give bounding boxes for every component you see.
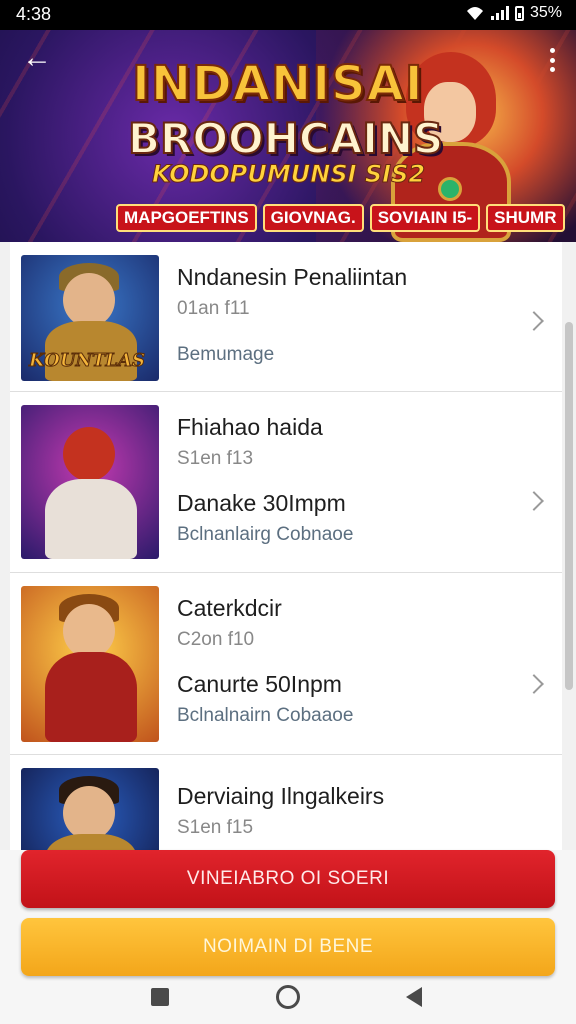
status-bar: 4:38 35%: [0, 0, 576, 30]
wifi-icon: [466, 7, 483, 20]
list-item[interactable]: Derviaing Ilngalkeirs S1en f15: [10, 755, 562, 850]
item-detail: Danake 30Impm: [177, 490, 346, 516]
list-item[interactable]: KOUNTLAS Nndanesin Penaliintan 01an f11 …: [10, 242, 562, 392]
item-subtitle: S1en f13: [177, 448, 254, 469]
status-time: 4:38: [16, 4, 52, 24]
chevron-right-icon: [524, 491, 544, 511]
banner-tag[interactable]: SHUMR: [486, 204, 565, 232]
item-title: Caterkdcir: [177, 595, 282, 621]
thumbnail-logo: KOUNTLAS: [28, 350, 146, 372]
chevron-right-icon: [524, 674, 544, 694]
status-icons: 35%: [465, 4, 562, 22]
banner-title: INDANISAI: [131, 55, 424, 113]
more-icon[interactable]: [548, 48, 556, 72]
nav-back-icon[interactable]: [406, 987, 422, 1007]
list-item[interactable]: Fhiahao haida S1en f13 Danake 30Impm Bcl…: [10, 392, 562, 573]
banner-tags: MAPGOEFTINS GIOVNAG. SOVIAIN I5- SHUMR: [116, 204, 565, 232]
battery-level: 35%: [529, 4, 562, 21]
primary-action-button[interactable]: VINEIABRO OI SOERI: [21, 850, 555, 908]
list-item[interactable]: Caterkdcir C2on f10 Canurte 50Inpm Bclna…: [10, 573, 562, 755]
item-subtitle: 01an f11: [177, 298, 250, 319]
banner-tag[interactable]: SOVIAIN I5-: [369, 204, 481, 232]
back-icon[interactable]: ←: [22, 43, 52, 73]
banner-tag[interactable]: MAPGOEFTINS: [116, 204, 257, 232]
banner-tagline: KODOPUMUNSI SIS2: [151, 160, 426, 189]
item-detail: Canurte 50Inpm: [177, 671, 342, 697]
signal-icon: [490, 6, 509, 20]
secondary-action-button[interactable]: NOIMAIN DI BENE: [21, 918, 555, 976]
bottom-panel: VINEIABRO OI SOERI NOIMAIN DI BENE: [0, 850, 576, 1024]
item-subtitle: C2on f10: [177, 629, 255, 650]
scrollbar[interactable]: [565, 322, 573, 690]
nav-recents-icon[interactable]: [151, 988, 169, 1006]
item-title: Nndanesin Penaliintan: [177, 264, 408, 290]
item-thumbnail: [21, 405, 159, 559]
item-subtitle: S1en f15: [177, 817, 254, 838]
game-list: KOUNTLAS Nndanesin Penaliintan 01an f11 …: [0, 242, 576, 850]
item-title: Derviaing Ilngalkeirs: [177, 783, 385, 809]
item-thumbnail: [21, 768, 159, 850]
banner-tag[interactable]: GIOVNAG.: [262, 204, 364, 232]
item-thumbnail: KOUNTLAS: [21, 255, 159, 381]
item-thumbnail: [21, 586, 159, 742]
battery-icon: [514, 5, 524, 21]
chevron-right-icon: [524, 311, 544, 331]
hero-banner: ← INDANISAI BROOHCAINS KODOPUMUNSI SIS2 …: [0, 30, 576, 242]
item-tag: Bemumage: [177, 344, 275, 365]
system-nav-bar: [0, 978, 576, 1024]
nav-home-icon[interactable]: [276, 985, 300, 1009]
item-tag: Bclnalnairn Cobaaoe: [177, 705, 354, 726]
item-title: Fhiahao haida: [177, 414, 323, 440]
banner-subtitle: BROOHCAINS: [127, 113, 444, 164]
item-tag: Bclnanlairg Cobnaoe: [177, 524, 354, 545]
